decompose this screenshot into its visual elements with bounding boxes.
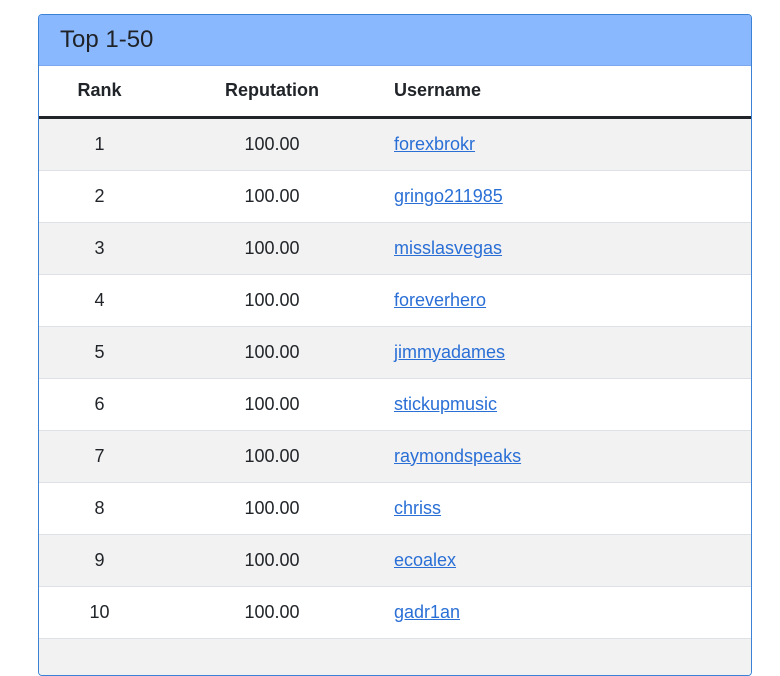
- username-link[interactable]: chriss: [394, 498, 441, 518]
- username-link[interactable]: jimmyadames: [394, 342, 505, 362]
- table-row: 9 100.00 ecoalex: [39, 533, 751, 586]
- reputation-cell: 100.00: [160, 429, 384, 482]
- leaderboard-panel: Top 1-50 Rank Reputation Username 1 100.…: [38, 14, 752, 676]
- table-row: 1 100.00 forexbrokr: [39, 117, 751, 170]
- rank-cell: 5: [39, 325, 160, 378]
- column-header-reputation: Reputation: [160, 66, 384, 119]
- table-row: 5 100.00 jimmyadames: [39, 325, 751, 378]
- reputation-cell: 100.00: [160, 169, 384, 222]
- username-link[interactable]: stickupmusic: [394, 394, 497, 414]
- table-row-partial: [39, 637, 751, 675]
- rank-cell: 8: [39, 481, 160, 534]
- username-link[interactable]: gadr1an: [394, 602, 460, 622]
- panel-title: Top 1-50: [39, 15, 751, 66]
- reputation-cell: 100.00: [160, 221, 384, 274]
- reputation-cell: 100.00: [160, 325, 384, 378]
- leaderboard-table: Rank Reputation Username 1 100.00 forexb…: [39, 66, 751, 675]
- username-link[interactable]: ecoalex: [394, 550, 456, 570]
- rank-cell: 7: [39, 429, 160, 482]
- table-row: 7 100.00 raymondspeaks: [39, 429, 751, 482]
- table-row: 8 100.00 chriss: [39, 481, 751, 534]
- reputation-cell: 100.00: [160, 117, 384, 170]
- rank-cell: 6: [39, 377, 160, 430]
- column-header-username: Username: [384, 66, 751, 119]
- username-link[interactable]: gringo211985: [394, 186, 503, 206]
- username-link[interactable]: raymondspeaks: [394, 446, 521, 466]
- rank-cell: 2: [39, 169, 160, 222]
- reputation-cell: 100.00: [160, 585, 384, 638]
- reputation-cell: 100.00: [160, 533, 384, 586]
- username-link[interactable]: forexbrokr: [394, 134, 475, 154]
- table-row: 4 100.00 foreverhero: [39, 273, 751, 326]
- username-link[interactable]: foreverhero: [394, 290, 486, 310]
- reputation-cell: 100.00: [160, 481, 384, 534]
- table-row: 10 100.00 gadr1an: [39, 585, 751, 638]
- rank-cell: 9: [39, 533, 160, 586]
- rank-cell: 10: [39, 585, 160, 638]
- rank-cell: 1: [39, 117, 160, 170]
- table-row: 6 100.00 stickupmusic: [39, 377, 751, 430]
- rank-cell: 4: [39, 273, 160, 326]
- table-header-row: Rank Reputation Username: [39, 66, 751, 119]
- reputation-cell: 100.00: [160, 377, 384, 430]
- rank-cell: 3: [39, 221, 160, 274]
- column-header-rank: Rank: [39, 66, 160, 119]
- username-link[interactable]: misslasvegas: [394, 238, 502, 258]
- reputation-cell: 100.00: [160, 273, 384, 326]
- table-row: 2 100.00 gringo211985: [39, 169, 751, 222]
- table-row: 3 100.00 misslasvegas: [39, 221, 751, 274]
